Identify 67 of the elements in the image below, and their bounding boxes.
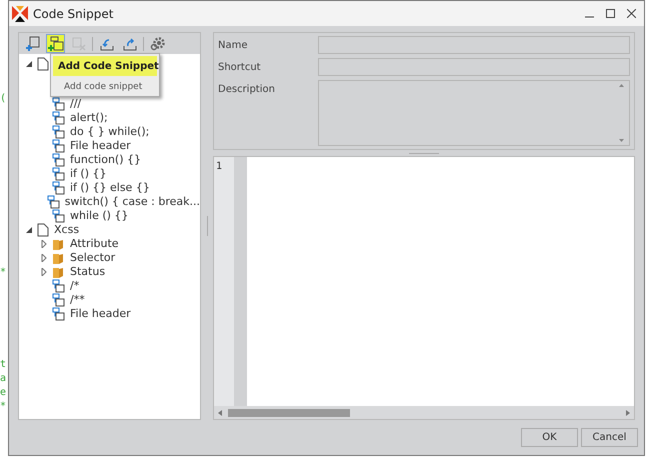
toolbar-button[interactable] [23,34,42,53]
tree-item[interactable]: do { } while(); [70,124,150,140]
folder-icon [52,238,65,250]
window-title: Code Snippet [33,6,114,22]
tree-item[interactable]: Xcss [54,222,80,238]
tree-item[interactable]: Status [70,264,106,280]
tree-item[interactable]: alert(); [70,110,108,126]
background-code-text: t [0,358,8,372]
tree-item[interactable]: File header [70,306,131,322]
add-snippet-icon [48,36,64,52]
tree-item[interactable]: Selector [70,250,116,266]
snippet-icon [52,181,65,195]
background-code-text: * [0,400,8,414]
snippet-icon [46,195,60,209]
collapse-arrow-icon[interactable] [26,61,32,67]
scroll-right-icon[interactable] [626,410,630,416]
tree-item[interactable]: /* [70,278,80,294]
snippet-icon [52,125,65,139]
tree-item[interactable]: function() {} [70,152,142,168]
settings-icon [150,36,166,52]
background-code-text: a [0,372,8,386]
snippet-icon [52,97,65,111]
scroll-up-icon[interactable] [619,84,624,87]
field-label: Shortcut [218,61,262,75]
description-field[interactable] [318,80,630,146]
background-code-text: e [0,386,8,400]
input-field[interactable] [318,58,630,76]
snippet-icon [52,153,65,167]
field-label: Name [218,39,249,53]
export-icon [122,36,138,52]
dialog-button[interactable]: OK [521,428,578,447]
snippet-icon [52,167,65,181]
document-icon [37,223,49,237]
tree-item[interactable]: Attribute [70,236,119,252]
folder-icon [52,252,65,264]
dialog-button[interactable]: Cancel [581,428,638,447]
new-document-icon [24,36,40,52]
background-code-text: * [0,266,8,280]
scroll-down-icon[interactable] [619,139,624,142]
maximize-icon[interactable] [606,9,615,18]
snippet-icon [52,209,65,223]
tree-item[interactable]: /// [70,96,82,112]
delete-snippet-icon [70,36,86,52]
scroll-left-icon[interactable] [218,410,222,416]
background-code-text: ( [0,92,8,106]
snippet-icon [52,293,65,307]
app-logo-icon [11,4,29,22]
scrollbar-thumb[interactable] [228,408,350,416]
line-number: 1 [216,160,224,174]
input-field[interactable] [318,36,630,54]
toolbar-button[interactable] [46,34,65,53]
snippet-icon [52,139,65,153]
tree-item[interactable]: /** [70,292,85,308]
horizontal-scrollbar[interactable] [214,406,634,419]
close-icon[interactable] [627,9,636,18]
tree-item[interactable]: while () {} [70,208,128,224]
tree-item[interactable]: switch() { case : break... [64,194,200,210]
tree-item[interactable]: if () {} else {} [70,180,150,196]
tooltip-text: Add code snippet [64,81,144,94]
snippet-icon [52,279,65,293]
snippet-icon [52,307,65,321]
tree-item[interactable]: if () {} [70,166,107,182]
collapse-arrow-icon[interactable] [26,227,32,233]
snippet-icon [52,111,65,125]
field-label: Description [218,83,276,97]
folder-icon [52,266,65,278]
tree-item[interactable]: File header [70,138,131,154]
